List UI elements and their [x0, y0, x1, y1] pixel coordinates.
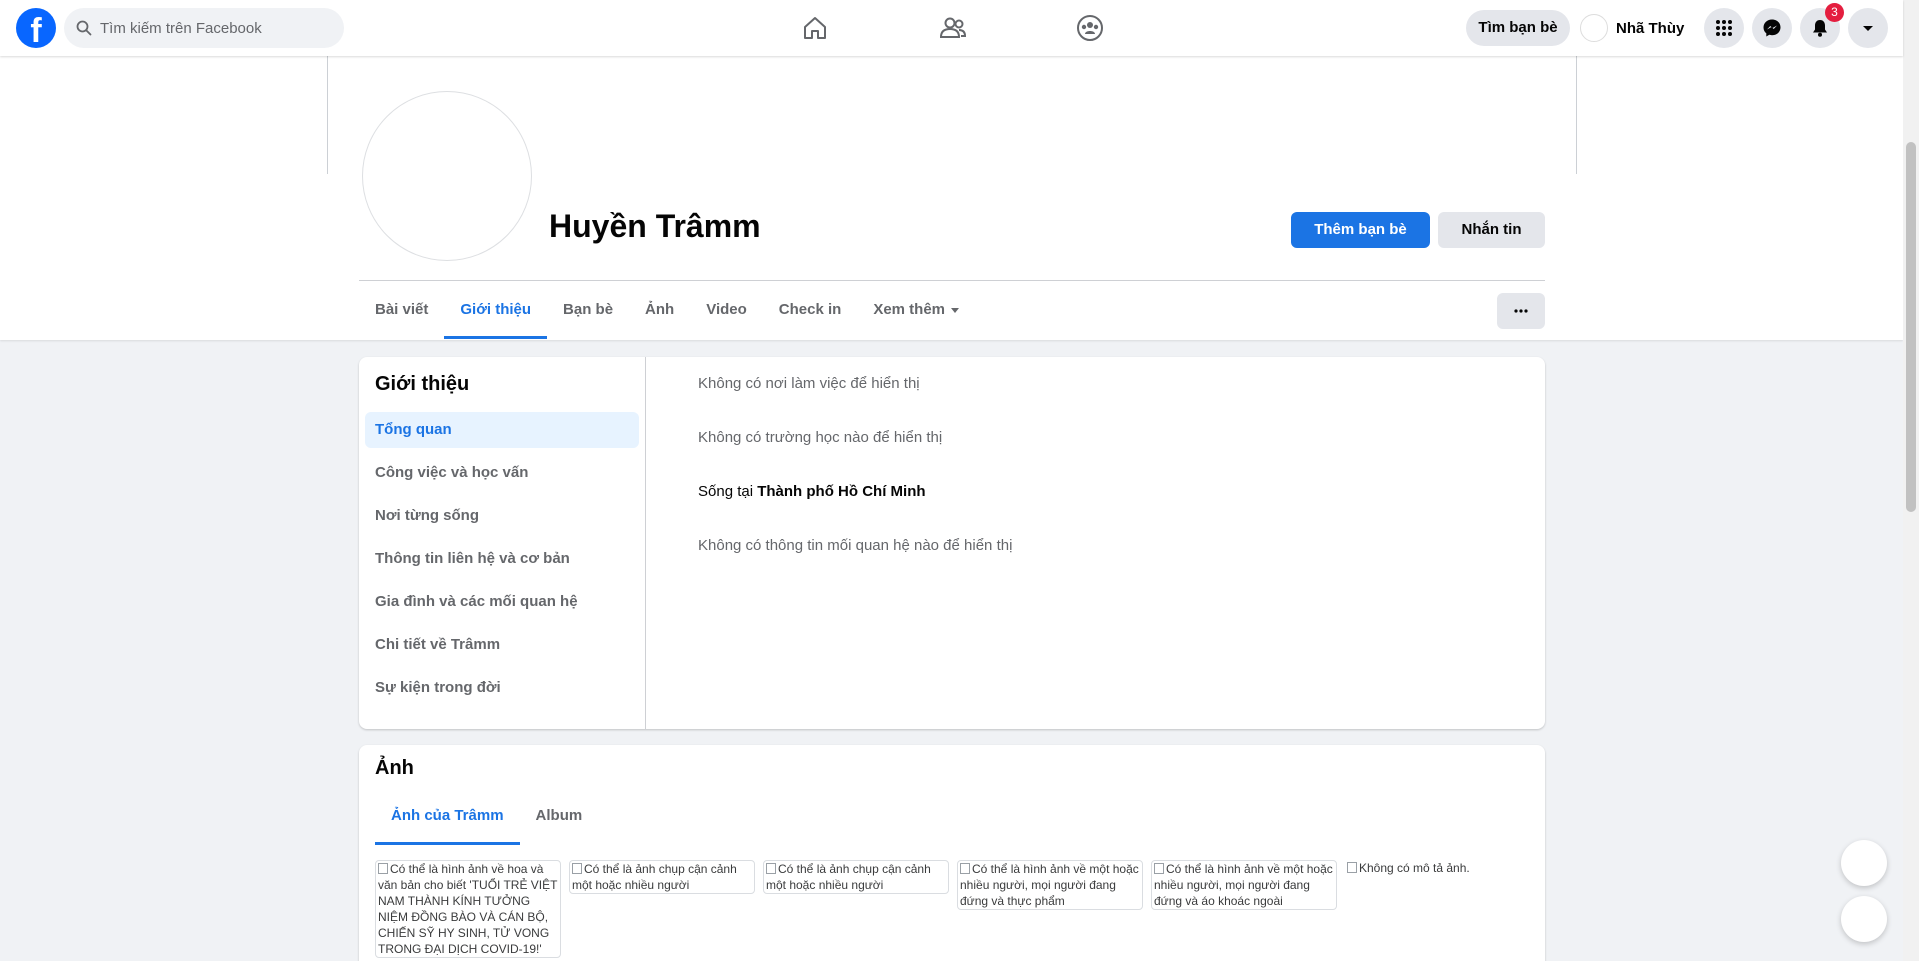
photo-item[interactable]: Có thể là ảnh chụp cận cảnh một hoặc nhi…	[569, 860, 755, 894]
tab-label: Bạn bè	[563, 301, 614, 318]
photos-tabs: Ảnh của Trâmm Album	[375, 787, 598, 845]
caret-down-icon	[951, 307, 960, 313]
ellipsis-icon	[1514, 309, 1528, 313]
tab-photos-of-user[interactable]: Ảnh của Trâmm	[375, 787, 520, 845]
photo-alt-text: Không có mô tả ảnh.	[1359, 861, 1470, 875]
tab-checkins[interactable]: Check in	[763, 281, 858, 339]
groups-icon	[1077, 15, 1103, 41]
photo-grid: Có thể là hình ảnh về hoa và văn bản cho…	[375, 860, 1535, 961]
tab-label: Check in	[778, 301, 842, 318]
about-card: Giới thiệu Tổng quan Công việc và học vấ…	[359, 357, 1545, 729]
broken-image-icon	[1154, 863, 1164, 874]
work-info: Không có nơi làm việc để hiển thị	[698, 375, 920, 392]
broken-image-icon	[960, 863, 970, 874]
about-menu-overview[interactable]: Tổng quan	[365, 412, 639, 448]
tab-label: Ảnh	[645, 301, 675, 318]
caret-down-icon	[1863, 26, 1873, 31]
about-menu-life-events[interactable]: Sự kiện trong đời	[365, 670, 639, 706]
message-button[interactable]: Nhắn tin	[1438, 212, 1545, 248]
relationship-info: Không có thông tin mối quan hệ nào để hi…	[698, 537, 1013, 554]
photo-item[interactable]: Có thể là hình ảnh về một hoặc nhiều ngư…	[957, 860, 1143, 910]
about-title: Giới thiệu	[375, 373, 470, 395]
home-icon	[804, 17, 826, 39]
scrollbar-thumb[interactable]	[1906, 142, 1916, 512]
search-input[interactable]	[100, 8, 336, 48]
photo-alt-text: Có thể là hình ảnh về một hoặc nhiều ngư…	[960, 862, 1139, 908]
cover-border-right	[1576, 56, 1577, 174]
tab-friends[interactable]: Bạn bè	[547, 281, 629, 339]
broken-image-icon	[378, 863, 388, 874]
location-prefix: Sống tại	[698, 483, 758, 500]
user-name: Nhã Thùy	[1616, 19, 1685, 37]
messenger-icon	[1763, 19, 1781, 37]
top-navigation-bar: f Tìm bạn bè Nhã Thùy 3	[0, 0, 1903, 56]
photo-alt-text: Có thể là hình ảnh về hoa và văn bản cho…	[378, 862, 558, 956]
tab-more[interactable]: Xem thêm	[857, 281, 975, 339]
tab-photos[interactable]: Ảnh	[629, 281, 690, 339]
broken-image-icon	[1347, 862, 1357, 873]
messenger-button[interactable]	[1752, 8, 1792, 48]
nav-friends[interactable]	[923, 0, 983, 56]
location-info: Sống tại Thành phố Hồ Chí Minh	[698, 483, 926, 500]
menu-button[interactable]	[1704, 8, 1744, 48]
tab-videos[interactable]: Video	[690, 281, 763, 339]
profile-picture[interactable]	[362, 91, 532, 261]
new-message-button[interactable]	[1841, 896, 1887, 942]
cover-border-left	[327, 56, 328, 174]
about-sidebar: Giới thiệu Tổng quan Công việc và học vấ…	[359, 357, 646, 729]
profile-shortcut[interactable]: Nhã Thùy	[1580, 10, 1684, 46]
notification-badge: 3	[1825, 3, 1844, 22]
tab-albums[interactable]: Album	[520, 787, 599, 845]
photo-item[interactable]: Có thể là ảnh chụp cận cảnh một hoặc nhi…	[763, 860, 949, 894]
tab-about[interactable]: Giới thiệu	[444, 281, 547, 339]
photo-alt-text: Có thể là hình ảnh về một hoặc nhiều ngư…	[1154, 862, 1333, 908]
more-options-button[interactable]	[1497, 293, 1545, 329]
profile-name: Huyền Trâmm	[549, 208, 761, 244]
find-friends-button[interactable]: Tìm bạn bè	[1466, 10, 1570, 46]
about-menu: Tổng quan Công việc và học vấn Nơi từng …	[365, 412, 639, 713]
bell-icon	[1813, 20, 1827, 37]
photo-alt-text: Có thể là ảnh chụp cận cảnh một hoặc nhi…	[766, 862, 931, 892]
photo-item[interactable]: Có thể là hình ảnh về một hoặc nhiều ngư…	[1151, 860, 1337, 910]
notifications-button[interactable]: 3	[1800, 3, 1844, 48]
photos-card: Ảnh Ảnh của Trâmm Album Có thể là hình ả…	[359, 745, 1545, 961]
location-city[interactable]: Thành phố Hồ Chí Minh	[757, 483, 925, 500]
about-menu-work-education[interactable]: Công việc và học vấn	[365, 455, 639, 491]
friends-icon	[939, 17, 967, 38]
nav-groups[interactable]	[1060, 0, 1120, 56]
search-box[interactable]	[64, 8, 344, 48]
school-info: Không có trường học nào để hiển thị	[698, 429, 943, 446]
photo-alt-text: Có thể là ảnh chụp cận cảnh một hoặc nhi…	[572, 862, 737, 892]
account-menu-button[interactable]	[1848, 8, 1888, 48]
broken-image-icon	[766, 863, 776, 874]
profile-header: Huyền Trâmm Thêm bạn bè Nhắn tin Bài viế…	[0, 56, 1903, 340]
facebook-logo-icon[interactable]: f	[16, 8, 56, 48]
tab-label: Bài viết	[375, 301, 429, 318]
search-icon	[76, 20, 92, 36]
about-menu-places[interactable]: Nơi từng sống	[365, 498, 639, 534]
add-friend-button[interactable]: Thêm bạn bè	[1291, 212, 1430, 248]
tab-label: Xem thêm	[873, 301, 946, 318]
about-menu-details[interactable]: Chi tiết về Trâmm	[365, 627, 639, 663]
about-menu-contact[interactable]: Thông tin liên hệ và cơ bản	[365, 541, 639, 577]
profile-tabs: Bài viết Giới thiệu Bạn bè Ảnh Video Che…	[359, 281, 975, 339]
floating-chat-button[interactable]	[1841, 840, 1887, 886]
tab-label: Video	[706, 301, 747, 318]
avatar	[1580, 14, 1608, 42]
nav-home[interactable]	[785, 0, 845, 56]
photos-title[interactable]: Ảnh	[375, 757, 414, 780]
tab-label: Giới thiệu	[460, 301, 532, 318]
grid-menu-icon	[1716, 20, 1732, 36]
photo-item[interactable]: Có thể là hình ảnh về hoa và văn bản cho…	[375, 860, 561, 958]
broken-image-icon	[572, 863, 582, 874]
page-scrollbar[interactable]	[1903, 0, 1919, 961]
about-menu-family[interactable]: Gia đình và các mối quan hệ	[365, 584, 639, 620]
photo-item[interactable]: Không có mô tả ảnh.	[1345, 860, 1531, 876]
tab-posts[interactable]: Bài viết	[359, 281, 444, 339]
